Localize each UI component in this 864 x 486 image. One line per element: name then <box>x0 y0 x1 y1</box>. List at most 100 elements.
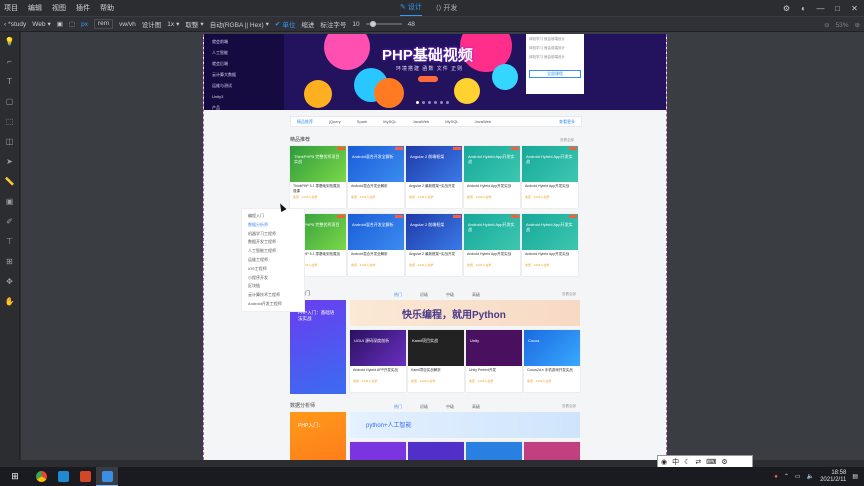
course-card[interactable]: Angular 2 前端框架 Angular 2 最新框架+实战开发 免费 · 12… <box>406 214 462 276</box>
bulb-icon[interactable]: 💡 <box>3 36 17 48</box>
align-icon[interactable]: ⊞ <box>3 256 17 268</box>
subtab[interactable]: 高级 <box>472 292 480 298</box>
menu-help[interactable]: 帮助 <box>100 3 114 13</box>
tab-develop[interactable]: ⟨⟩ 开发 <box>436 3 457 13</box>
menu-view[interactable]: 视图 <box>52 3 66 13</box>
eyedropper-icon[interactable]: ✐ <box>3 216 17 228</box>
indent-toggle[interactable]: 缩进 <box>301 19 314 29</box>
chevron-up-icon[interactable]: ⌃ <box>784 473 789 480</box>
coding-feature-card[interactable]: PHP入门：基础语法实战 <box>290 300 346 394</box>
course-card[interactable]: Android Hybrid App开发实战 Android Hybrid App… <box>464 214 520 276</box>
minimize-icon[interactable]: — <box>813 4 828 13</box>
category-nav-item[interactable]: Android开发工程师 <box>248 300 304 309</box>
side-menu-item[interactable]: 就会后端 <box>212 58 284 69</box>
tray-app-icon[interactable]: ● <box>774 474 778 480</box>
ime-mode[interactable]: 中 <box>672 457 679 467</box>
rounding-select[interactable]: 取整 ▾ <box>185 19 203 29</box>
side-menu-item[interactable]: 运维与测试 <box>212 80 284 91</box>
tag-item[interactable]: JavaWeb <box>475 119 492 124</box>
export-icon[interactable]: ⬚ <box>69 20 75 28</box>
menu-plugins[interactable]: 插件 <box>76 3 90 13</box>
crop-icon[interactable]: ⌐ <box>3 56 17 68</box>
project-selector[interactable]: ‹ *study <box>4 21 26 28</box>
tag-item[interactable]: 精品推荐 <box>297 119 313 125</box>
category-nav-item[interactable]: iOS工程师 <box>248 265 304 274</box>
category-nav-item[interactable]: 数据开发工程师 <box>248 238 304 247</box>
carousel-dot[interactable] <box>440 101 443 104</box>
category-nav-item[interactable]: 小程序开发 <box>248 274 304 283</box>
course-card[interactable]: Cocos Cocos2d-x 手机游戏开发实战 免费 · 1234人在学 <box>524 330 580 392</box>
subtab[interactable]: 热门 <box>394 404 402 410</box>
course-card[interactable]: UGUI 源码深度剖析 Android Hybrid APP开发实战 免费 · 12… <box>350 330 406 392</box>
rectangle-tool-icon[interactable]: ▢ <box>3 96 17 108</box>
subtab[interactable]: 高级 <box>472 404 480 410</box>
category-nav-item[interactable]: 区块链 <box>248 282 304 291</box>
subtab[interactable]: 初级 <box>420 292 428 298</box>
settings-icon[interactable]: ⚙ <box>721 458 727 466</box>
task-vscode[interactable] <box>52 467 74 486</box>
zoom-out-icon[interactable]: ⊖ <box>824 21 829 29</box>
side-menu-item[interactable]: 就会前端 <box>212 36 284 47</box>
all-courses-button[interactable]: 全部课程 <box>529 70 581 78</box>
carousel-dot[interactable] <box>446 101 449 104</box>
windows-start-icon[interactable]: ⊞ <box>0 471 30 482</box>
select-area-icon[interactable]: ⬚ <box>3 116 17 128</box>
close-icon[interactable]: ✕ <box>847 4 862 13</box>
course-card[interactable]: Unity Unity Perfect开发 免费 · 1234人在学 <box>466 330 522 392</box>
menu-edit[interactable]: 编辑 <box>28 3 42 13</box>
course-card[interactable] <box>350 442 406 460</box>
category-nav-item[interactable]: 编程入门 <box>248 212 304 221</box>
menu-project[interactable]: 项目 <box>4 3 18 13</box>
featured-more-link[interactable]: 查看全部 <box>560 138 574 143</box>
task-app[interactable] <box>96 467 118 486</box>
ime-logo-icon[interactable]: ◉ <box>661 458 667 466</box>
tab-design[interactable]: ✎ 设计 <box>400 0 422 16</box>
course-card[interactable]: ThinkPHP5 完整优秀项目实战 ThinkPHP 5.1 零基础到拓展加强课… <box>290 146 346 208</box>
unit-rem[interactable]: rem <box>93 19 114 29</box>
unit-toggle[interactable]: ✔ 单位 <box>275 19 295 29</box>
course-card[interactable]: Android Hybrid App开发实战 Android Hybrid App… <box>522 214 578 276</box>
scale-select[interactable]: 1x ▾ <box>167 20 179 29</box>
text-box-icon[interactable]: ⊤ <box>3 236 17 248</box>
side-menu-item[interactable]: 产品 <box>212 102 284 110</box>
settings-icon[interactable]: ⚙ <box>779 4 794 13</box>
course-card[interactable]: Kamil项目实战 Kamil项目实战解析 免费 · 1234人在学 <box>408 330 464 392</box>
carousel-dot[interactable] <box>416 101 419 104</box>
banner-button[interactable] <box>418 76 438 82</box>
pointer-icon[interactable]: ➤ <box>3 156 17 168</box>
tag-item[interactable]: Spark <box>357 119 367 124</box>
category-nav-item[interactable]: 数据分析师 <box>248 221 304 230</box>
side-menu-item[interactable]: 云计算大数据 <box>212 69 284 80</box>
subtab[interactable]: 中级 <box>446 404 454 410</box>
text-tool-icon[interactable]: T <box>3 76 17 88</box>
carousel-dot[interactable] <box>428 101 431 104</box>
course-card[interactable] <box>408 442 464 460</box>
course-card[interactable]: Android Hybrid App开发实战 Android Hybrid App… <box>522 146 578 208</box>
unit-vw[interactable]: vw/vh <box>119 21 136 28</box>
keyboard-icon[interactable]: ⌨ <box>706 458 716 466</box>
side-menu-item[interactable]: 人工智能 <box>212 47 284 58</box>
tag-item[interactable]: JavaWeb <box>413 119 430 124</box>
clock[interactable]: 18:58 2021/2/11 <box>820 470 846 484</box>
font-size-slider[interactable] <box>365 21 402 27</box>
course-card[interactable] <box>466 442 522 460</box>
task-powerpoint[interactable] <box>74 467 96 486</box>
ruler-icon[interactable]: 📏 <box>3 176 17 188</box>
course-card[interactable]: Android Hybrid App开发实战 Android Hybrid App… <box>464 146 520 208</box>
carousel-dot[interactable] <box>422 101 425 104</box>
subtab[interactable]: 热门 <box>394 292 402 298</box>
target-select[interactable]: Web ▾ <box>32 20 51 29</box>
category-nav-item[interactable]: 云计算技术工程师 <box>248 291 304 300</box>
moon-icon[interactable]: ☾ <box>684 458 690 466</box>
course-card[interactable]: Android混合开发全解析 Android混合开发全解析 免费 · 1234人在学 <box>348 146 404 208</box>
display-icon[interactable]: ▭ <box>795 473 801 480</box>
tag-item[interactable]: MySQL <box>445 119 458 124</box>
tag-item[interactable]: MySQL <box>383 119 396 124</box>
category-nav-item[interactable]: 人工智能工程师 <box>248 247 304 256</box>
tags-more-link[interactable]: 查看更多 <box>559 119 575 125</box>
skin-icon[interactable]: ◐ <box>796 4 811 13</box>
slice-icon[interactable]: ◫ <box>3 136 17 148</box>
data-feature-card[interactable]: PHP入门： <box>290 412 346 460</box>
course-card[interactable]: Android混合开发全解析 Android混合开发全解析 免费 · 1234人在学 <box>348 214 404 276</box>
color-format-select[interactable]: 自动(RGBA || Hex) ▾ <box>210 19 269 29</box>
